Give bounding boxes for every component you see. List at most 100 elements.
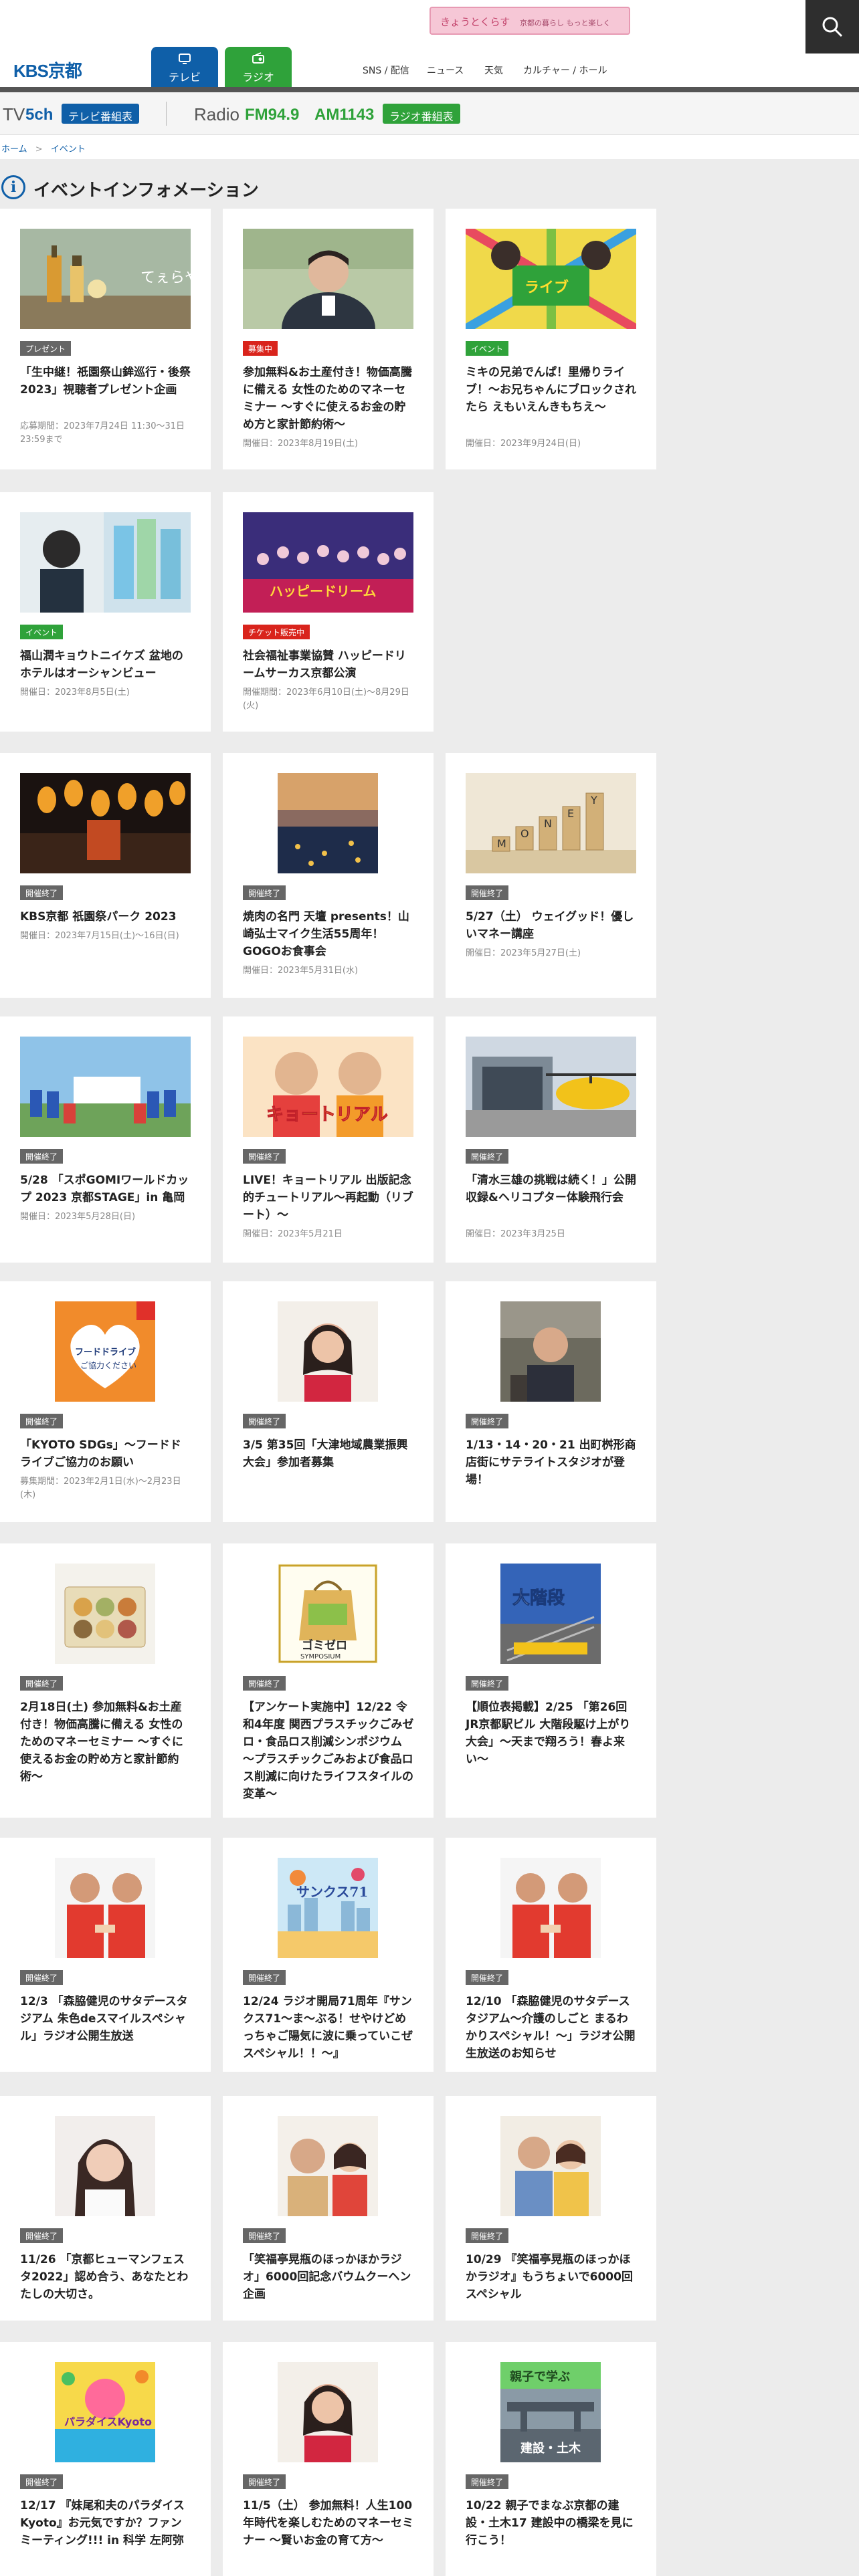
event-title[interactable]: 社会福祉事業協賛 ハッピードリームサーカス京都公演 — [243, 647, 414, 682]
event-title[interactable]: LIVE！キョートリアル 出版記念的チュートリアル〜再起動（リブート）〜 — [243, 1172, 414, 1224]
event-title[interactable]: 焼肉の名門 天壇 presents！山崎弘士マイク生活55周年！GOGOお食事会 — [243, 908, 414, 960]
nav-news[interactable]: ニュース — [427, 64, 464, 77]
event-title[interactable]: 【順位表掲載】2/25 「第26回 JR京都駅ビル 大階段駆け上がり大会」〜天ま… — [466, 1699, 637, 1768]
event-thumbnail: てぇらや — [20, 229, 191, 329]
fm-frequency: FM94.9 — [245, 106, 300, 124]
event-thumbnail — [278, 773, 378, 873]
event-date: 応募期間：2023年7月24日 11:30〜31日 23:59まで — [20, 421, 185, 445]
event-title[interactable]: KBS京都 祇園祭パーク 2023 — [20, 908, 191, 926]
event-title[interactable]: 「清水三雄の挑戦は続く！」公開収録&ヘリコプター体験飛行会 — [466, 1172, 637, 1206]
event-thumbnail — [278, 1301, 378, 1402]
event-card[interactable]: 開催終了 11/26 「京都ヒューマンフェスタ2022」認め合う、あなたとわたし… — [0, 2096, 211, 2321]
site-logo[interactable]: KBS京都 — [13, 58, 82, 82]
event-thumbnail — [20, 773, 191, 873]
svg-text:大階段: 大階段 — [512, 1588, 565, 1608]
event-thumbnail — [55, 1858, 155, 1958]
svg-text:てぇらや: てぇらや — [140, 270, 191, 286]
event-title[interactable]: 1/13・14・20・21 出町桝形商店街にサテライトスタジオが登場！ — [466, 1436, 637, 1489]
event-title[interactable]: 11/5（土） 参加無料！人生100年時代を楽しむためのマネーセミナー 〜賢いお… — [243, 2497, 414, 2549]
event-thumbnail — [500, 1301, 601, 1402]
svg-text:フードドライブ: フードドライブ — [75, 1347, 136, 1358]
event-card[interactable]: 開催終了 1/13・14・20・21 出町桝形商店街にサテライトスタジオが登場！ — [446, 1281, 656, 1522]
tv-icon — [151, 52, 218, 68]
svg-text:M: M — [497, 837, 506, 850]
event-thumbnail — [278, 2362, 378, 2462]
event-card[interactable]: 開催終了 2月18日(土) 参加無料&お土産付き！物価高騰に備える 女性のための… — [0, 1543, 211, 1818]
event-date: 開催日：2023年5月31日(水) — [243, 966, 359, 976]
event-title[interactable]: 「KYOTO SDGs」〜フードドライブご協力のお願い — [20, 1436, 191, 1471]
event-card[interactable]: 開催終了 「清水三雄の挑戦は続く！」公開収録&ヘリコプター体験飛行会 開催日：2… — [446, 1016, 656, 1263]
event-card[interactable]: ライブ イベント ミキの兄弟でんぱ！里帰りライブ！〜お兄ちゃんにブロックされたら… — [446, 209, 656, 469]
event-title[interactable]: 10/29 『笑福亭晃瓶のほっかほかラジオ』もうちょいで6000回スペシャル — [466, 2251, 637, 2303]
event-date: 開催日：2023年5月27日(土) — [466, 948, 581, 958]
event-card[interactable]: 開催終了 KBS京都 祇園祭パーク 2023 開催日：2023年7月15日(土)… — [0, 753, 211, 998]
promo-banner-label: きょうとくらす — [440, 16, 510, 28]
nav-culture-hall[interactable]: カルチャー / ホール — [523, 64, 607, 77]
search-button[interactable] — [805, 0, 859, 53]
promo-banner-kyotokurasu[interactable]: きょうとくらす 京都の暮らし もっと楽しく — [430, 7, 630, 35]
event-date: 開催日：2023年5月21日 — [243, 1229, 343, 1239]
event-card[interactable]: 開催終了 12/10 「森脇健児のサタデースタジアム〜介護のしごと まるわかりス… — [446, 1838, 656, 2072]
event-title[interactable]: 2月18日(土) 参加無料&お土産付き！物価高騰に備える 女性のためのマネーセミ… — [20, 1699, 191, 1786]
event-card[interactable]: 開催終了 「笑福亭晃瓶のほっかほかラジオ」6000回記念バウムクーヘン企画 — [223, 2096, 434, 2321]
breadcrumb: ホーム > イベント — [0, 135, 859, 159]
event-card[interactable]: 開催終了 10/29 『笑福亭晃瓶のほっかほかラジオ』もうちょいで6000回スペ… — [446, 2096, 656, 2321]
event-thumbnail: ライブ — [466, 229, 636, 329]
page-title: イベントインフォメーション — [33, 181, 259, 201]
event-thumbnail — [278, 2116, 378, 2216]
event-card[interactable]: 開催終了 11/5（土） 参加無料！人生100年時代を楽しむためのマネーセミナー… — [223, 2342, 434, 2576]
breadcrumb-home[interactable]: ホーム — [1, 144, 27, 154]
event-card[interactable]: 開催終了 5/28 「スポGOMIワールドカップ 2023 京都STAGE」in… — [0, 1016, 211, 1263]
event-title[interactable]: 「笑福亭晃瓶のほっかほかラジオ」6000回記念バウムクーヘン企画 — [243, 2251, 414, 2303]
event-title[interactable]: 参加無料&お土産付き！物価高騰に備える 女性のためのマネーセミナー 〜すぐに使え… — [243, 364, 414, 433]
event-card[interactable]: フードドライブ ご協力ください 開催終了 「KYOTO SDGs」〜フードドライブ… — [0, 1281, 211, 1522]
event-card[interactable]: 開催終了 3/5 第35回「大津地域農業振興大会」参加者募集 — [223, 1281, 434, 1522]
event-card[interactable]: 大階段 開催終了 【順位表掲載】2/25 「第26回 JR京都駅ビル 大階段駆け… — [446, 1543, 656, 1818]
event-card[interactable]: 募集中 参加無料&お土産付き！物価高騰に備える 女性のためのマネーセミナー 〜す… — [223, 209, 434, 469]
nav-weather[interactable]: 天気 — [484, 64, 503, 77]
event-title[interactable]: 12/3 「森脇健児のサタデースタジアム 朱色deスマイルスペシャル」ラジオ公開… — [20, 1993, 191, 2045]
event-card[interactable]: サンクス71 開催終了 12/24 ラジオ開局71周年『サンクス71〜ま〜ぶる！… — [223, 1838, 434, 2072]
event-title[interactable]: 5/27（土） ウェイグッド！優しいマネー講座 — [466, 908, 637, 943]
event-title[interactable]: 10/22 親子でまなぶ京都の建設・土木17 建設中の橋梁を見に行こう！ — [466, 2497, 637, 2549]
event-card[interactable]: 親子で学ぶ 建設・土木 開催終了 10/22 親子でまなぶ京都の建設・土木17 建… — [446, 2342, 656, 2576]
event-card[interactable]: てぇらや プレゼント 「生中継！祇園祭山鉾巡行・後祭2023」視聴者プレゼント企… — [0, 209, 211, 469]
event-thumbnail — [55, 2116, 155, 2216]
event-thumbnail — [243, 229, 413, 329]
radio-schedule-button[interactable]: ラジオ番組表 — [383, 104, 460, 124]
category-badge: 開催終了 — [466, 885, 509, 900]
event-card[interactable]: 開催終了 焼肉の名門 天壇 presents！山崎弘士マイク生活55周年！GOG… — [223, 753, 434, 998]
category-badge: 開催終了 — [243, 885, 286, 900]
tab-tv[interactable]: テレビ — [151, 47, 218, 87]
category-badge: 開催終了 — [243, 1676, 286, 1691]
event-card[interactable]: 開催終了 12/3 「森脇健児のサタデースタジアム 朱色deスマイルスペシャル」… — [0, 1838, 211, 2072]
breadcrumb-separator: > — [35, 144, 43, 154]
event-thumbnail: ゴミゼロ SYMPOSIUM — [278, 1564, 378, 1664]
event-title[interactable]: ミキの兄弟でんぱ！里帰りライブ！〜お兄ちゃんにブロックされたら えもいえんきもち… — [466, 364, 637, 416]
nav-sns[interactable]: SNS / 配信 — [363, 64, 409, 77]
event-thumbnail: 親子で学ぶ 建設・土木 — [500, 2362, 601, 2462]
svg-text:ご協力ください: ご協力ください — [80, 1360, 136, 1370]
event-title[interactable]: 3/5 第35回「大津地域農業振興大会」参加者募集 — [243, 1436, 414, 1471]
event-title[interactable]: 12/24 ラジオ開局71周年『サンクス71〜ま〜ぶる！せやけどめっちゃご陽気に… — [243, 1993, 414, 2062]
event-card[interactable]: ゴミゼロ SYMPOSIUM 開催終了 【アンケート実施中】12/22 令和4年度… — [223, 1543, 434, 1818]
event-title[interactable]: 11/26 「京都ヒューマンフェスタ2022」認め合う、あなたとわたしの大切さ。 — [20, 2251, 191, 2303]
event-card[interactable]: ハッピードリーム チケット販売中 社会福祉事業協賛 ハッピードリームサーカス京都… — [223, 492, 434, 732]
breadcrumb-current[interactable]: イベント — [51, 144, 86, 154]
event-title[interactable]: 【アンケート実施中】12/22 令和4年度 関西プラスチックごみゼロ・食品ロス削… — [243, 1699, 414, 1803]
event-card[interactable]: M O N E Y 開催終了 5/27（土） ウェイグッド！優しいマネー講座 開催日：2… — [446, 753, 656, 998]
event-card[interactable]: キョートリアル 開催終了 LIVE！キョートリアル 出版記念的チュートリアル〜再… — [223, 1016, 434, 1263]
event-card[interactable]: イベント 福山潤キョウトニイケズ 盆地のホテルはオーシャンビュー 開催日：202… — [0, 492, 211, 732]
event-title[interactable]: 福山潤キョウトニイケズ 盆地のホテルはオーシャンビュー — [20, 647, 191, 682]
event-title[interactable]: 「生中継！祇園祭山鉾巡行・後祭2023」視聴者プレゼント企画 — [20, 364, 191, 399]
event-title[interactable]: 12/10 「森脇健児のサタデースタジアム〜介護のしごと まるわかりスペシャル！… — [466, 1993, 637, 2062]
tv-schedule-button[interactable]: テレビ番組表 — [62, 104, 140, 124]
schedule-bar: TV 5ch テレビ番組表 Radio FM94.9 AM1143 ラジオ番組表 — [0, 92, 859, 135]
event-thumbnail: ハッピードリーム — [243, 512, 413, 613]
event-title[interactable]: 5/28 「スポGOMIワールドカップ 2023 京都STAGE」in 亀岡 — [20, 1172, 191, 1206]
svg-text:ハッピードリーム: ハッピードリーム — [270, 583, 376, 599]
tab-radio[interactable]: ラジオ — [225, 47, 292, 87]
event-title[interactable]: 12/17 『妹尾和夫のパラダイスKyoto』お元気ですか？ファンミーティング!… — [20, 2497, 191, 2549]
event-card[interactable]: パラダイスKyoto 開催終了 12/17 『妹尾和夫のパラダイスKyoto』お… — [0, 2342, 211, 2576]
radio-icon — [225, 52, 292, 68]
